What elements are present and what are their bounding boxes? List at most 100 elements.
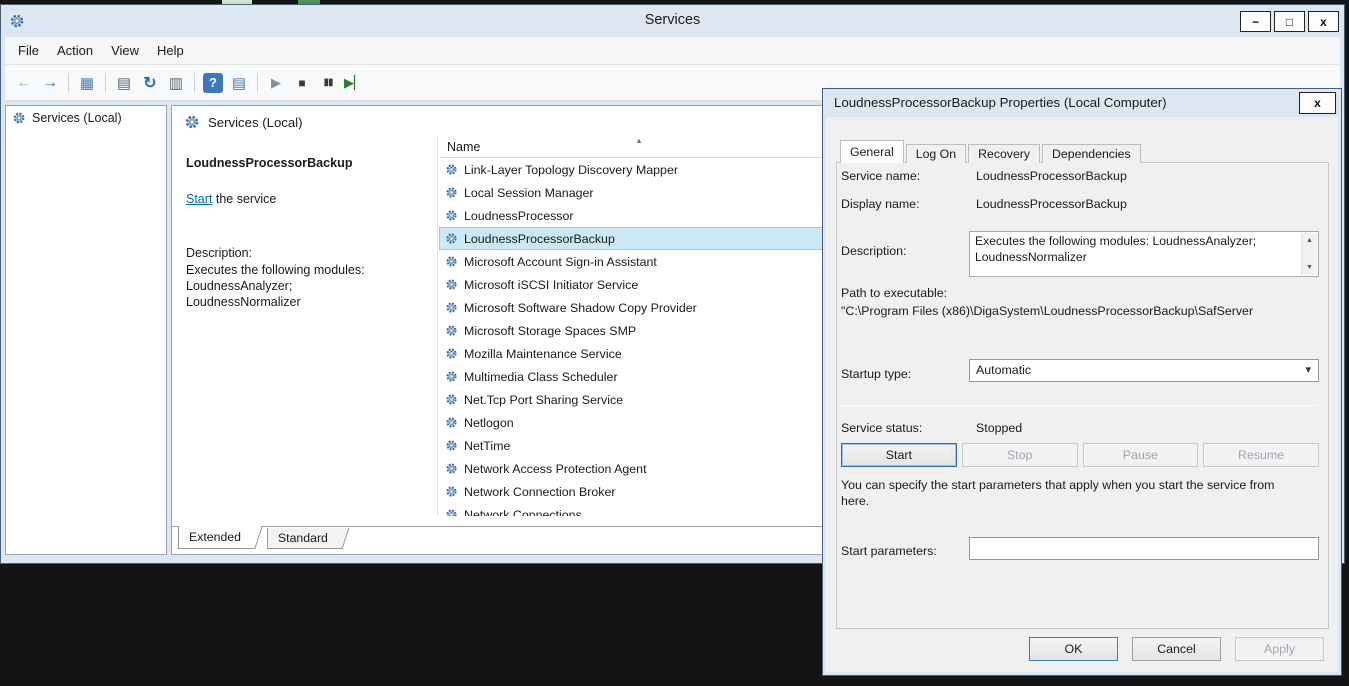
service-name-label: Netlogon — [464, 416, 514, 430]
titlebar[interactable]: Services − □ x — [1, 5, 1344, 37]
service-name-label: Network Connections — [464, 508, 582, 517]
dialog-body: General Log On Recovery Dependencies Ser… — [826, 117, 1338, 672]
back-icon[interactable]: ← — [12, 71, 36, 95]
button-label: Apply — [1264, 642, 1295, 656]
service-gear-icon — [445, 232, 458, 245]
service-name-label: Link-Layer Topology Discovery Mapper — [464, 163, 678, 177]
tree-item-services-local[interactable]: Services (Local) — [6, 106, 166, 128]
tab-page-frame — [836, 162, 1329, 629]
tree-item-label: Services (Local) — [32, 111, 122, 125]
menu-item[interactable]: File — [9, 39, 48, 62]
dialog-tab[interactable]: Recovery — [968, 144, 1040, 163]
service-name-label: Microsoft Account Sign-in Assistant — [464, 255, 657, 269]
start-service-suffix: the service — [212, 192, 276, 206]
description-line: LoudnessAnalyzer; — [186, 278, 365, 294]
pause-service-icon[interactable]: ▮▮ — [316, 71, 340, 95]
dialog-footer-button[interactable]: OK — [1029, 637, 1118, 661]
button-label: OK — [1065, 642, 1083, 656]
content-header: Services (Local) — [184, 114, 303, 130]
service-name-label: Network Access Protection Agent — [464, 462, 647, 476]
minimize-button[interactable]: − — [1240, 11, 1271, 32]
service-gear-icon — [445, 462, 458, 475]
button-label: Cancel — [1157, 642, 1196, 656]
service-name-label: LoudnessProcessorBackup — [464, 232, 615, 246]
export-list-icon[interactable]: ▥ — [164, 71, 188, 95]
dialog-tab-label: Log On — [916, 147, 956, 161]
service-name-label: Multimedia Class Scheduler — [464, 370, 618, 384]
restart-service-icon[interactable]: ▶▏ — [342, 71, 366, 95]
refresh-icon[interactable]: ↻ — [138, 71, 162, 95]
dialog-titlebar[interactable]: LoudnessProcessorBackup Properties (Loca… — [823, 89, 1341, 117]
service-gear-icon — [445, 347, 458, 360]
description-line: LoudnessNormalizer — [186, 294, 365, 310]
dialog-footer-button[interactable]: Apply — [1235, 637, 1324, 661]
dialog-tab[interactable]: General — [840, 140, 904, 163]
toolbar-separator — [105, 73, 106, 93]
dialog-tab[interactable]: Dependencies — [1042, 144, 1141, 163]
window-title: Services — [1, 12, 1344, 28]
service-name-label: Microsoft iSCSI Initiator Service — [464, 278, 638, 292]
description-text: Executes the following modules:LoudnessA… — [186, 262, 365, 310]
service-gear-icon — [445, 485, 458, 498]
view-tab-label: Extended — [189, 530, 241, 544]
dialog-tab-label: Dependencies — [1052, 147, 1131, 161]
dialog-tab-label: General — [850, 145, 894, 159]
help-icon[interactable]: ? — [203, 73, 223, 93]
view-tab-label: Standard — [278, 531, 328, 545]
maximize-button[interactable]: □ — [1274, 11, 1305, 32]
service-gear-icon — [445, 324, 458, 337]
dialog-footer-buttons: OK Cancel Apply — [1029, 637, 1324, 661]
console-tree-panel: Services (Local) — [5, 105, 167, 555]
start-service-icon[interactable]: ▶ — [264, 71, 288, 95]
start-service-line: Start the service — [186, 192, 276, 206]
properties-icon[interactable]: ▤ — [112, 71, 136, 95]
view-tab[interactable]: Extended — [178, 526, 253, 549]
stop-service-icon[interactable]: ■ — [290, 71, 314, 95]
show-console-tree-icon[interactable]: ▦ — [75, 71, 99, 95]
service-gear-icon — [445, 209, 458, 222]
service-name-label: Microsoft Software Shadow Copy Provider — [464, 301, 697, 315]
dialog-tab[interactable]: Log On — [906, 144, 966, 163]
service-name-label: Mozilla Maintenance Service — [464, 347, 622, 361]
dialog-tab-label: Recovery — [978, 147, 1030, 161]
service-name-label: Network Connection Broker — [464, 485, 616, 499]
content-header-label: Services (Local) — [208, 115, 303, 130]
toolbar-separator — [194, 73, 195, 93]
show-action-pane-icon[interactable]: ▤ — [227, 71, 251, 95]
pane-divider — [437, 136, 438, 516]
service-name-label: Net.Tcp Port Sharing Service — [464, 393, 623, 407]
description-line: Executes the following modules: — [186, 262, 365, 278]
description-label: Description: — [186, 246, 252, 260]
service-name-label: Local Session Manager — [464, 186, 594, 200]
close-button[interactable]: x — [1308, 11, 1339, 32]
service-gear-icon — [445, 255, 458, 268]
sort-ascending-icon: ▲ — [635, 136, 643, 145]
service-gear-icon — [445, 508, 458, 516]
service-gear-icon — [445, 278, 458, 291]
column-label: Name — [447, 140, 480, 154]
menu-item[interactable]: View — [102, 39, 148, 62]
forward-icon[interactable]: → — [38, 71, 62, 95]
service-gear-icon — [445, 393, 458, 406]
service-gear-icon — [445, 186, 458, 199]
service-name-label: NetTime — [464, 439, 510, 453]
service-gear-icon — [445, 301, 458, 314]
toolbar-separator — [257, 73, 258, 93]
services-gear-icon — [12, 111, 26, 125]
start-service-link[interactable]: Start — [186, 192, 212, 206]
service-name-label: Microsoft Storage Spaces SMP — [464, 324, 636, 338]
menu-bar: FileActionViewHelp — [5, 37, 1340, 65]
dialog-footer-button[interactable]: Cancel — [1132, 637, 1221, 661]
menu-item[interactable]: Action — [48, 39, 102, 62]
view-tab[interactable]: Standard — [267, 528, 340, 549]
service-gear-icon — [445, 439, 458, 452]
dialog-tabs: General Log On Recovery Dependencies — [840, 140, 1141, 163]
menu-item[interactable]: Help — [148, 39, 193, 62]
service-gear-icon — [445, 163, 458, 176]
dialog-close-button[interactable]: x — [1299, 92, 1336, 114]
service-gear-icon — [445, 370, 458, 383]
toolbar-separator — [68, 73, 69, 93]
dialog-title: LoudnessProcessorBackup Properties (Loca… — [834, 95, 1167, 110]
services-gear-icon — [184, 114, 200, 130]
properties-dialog: LoudnessProcessorBackup Properties (Loca… — [822, 88, 1342, 676]
